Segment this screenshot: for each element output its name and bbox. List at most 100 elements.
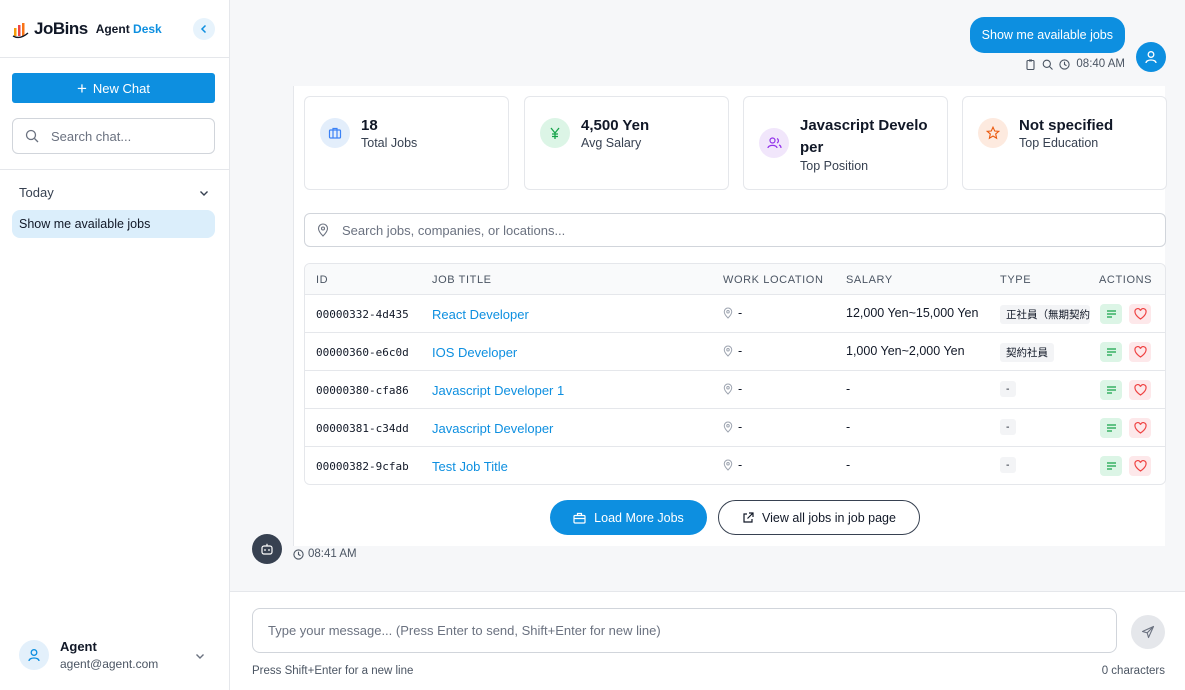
location-pin-icon (723, 345, 733, 357)
job-location: - (723, 306, 742, 320)
job-location: - (723, 458, 742, 472)
favorite-button[interactable] (1129, 304, 1151, 324)
job-salary: - (846, 420, 851, 434)
job-location: - (723, 420, 742, 434)
details-icon (1106, 348, 1116, 356)
view-details-button[interactable] (1100, 456, 1122, 476)
job-title-link[interactable]: React Developer (432, 307, 529, 322)
star-icon (978, 118, 1008, 148)
bot-message-time: 08:41 AM (308, 548, 357, 560)
column-header-id: ID (316, 274, 329, 286)
jobs-table: ID JOB TITLE WORK LOCATION SALARY TYPE A… (304, 263, 1166, 485)
user-message-avatar (1136, 42, 1166, 72)
view-details-button[interactable] (1100, 380, 1122, 400)
job-type-badge: - (1000, 457, 1016, 473)
favorite-button[interactable] (1129, 380, 1151, 400)
stat-avg-salary: 4,500 Yen Avg Salary (524, 96, 729, 190)
job-salary: 12,000 Yen~15,000 Yen (846, 306, 979, 320)
job-id: 00000381-c34dd (316, 422, 409, 435)
user-message-meta: 08:40 AM (1025, 58, 1125, 70)
avatar (19, 640, 49, 670)
job-location-text: - (738, 306, 743, 320)
new-chat-label: New Chat (92, 80, 150, 96)
stat-value: Javascript Developer (800, 117, 928, 156)
message-input[interactable] (268, 623, 1101, 638)
details-icon (1106, 462, 1116, 470)
job-id: 00000382-9cfab (316, 460, 409, 473)
table-row: 00000332-4d435 React Developer - 12,000 … (305, 295, 1165, 333)
send-icon (1141, 625, 1155, 639)
chevron-down-icon (200, 190, 208, 196)
column-header-salary: SALARY (846, 274, 893, 286)
stat-value: 18 (361, 117, 378, 134)
logo: JoBins (12, 19, 88, 39)
chat-search-input[interactable] (51, 128, 191, 144)
collapse-sidebar-button[interactable] (193, 18, 215, 40)
heart-icon (1133, 460, 1147, 472)
column-header-title: JOB TITLE (432, 274, 492, 286)
view-details-button[interactable] (1100, 342, 1122, 362)
clock-icon (293, 548, 304, 560)
chat-group-label: Today (19, 185, 54, 200)
user-message-time: 08:40 AM (1076, 58, 1125, 70)
job-id: 00000360-e6c0d (316, 346, 409, 359)
search-icon[interactable] (1042, 59, 1054, 70)
external-link-icon (743, 511, 754, 523)
view-details-button[interactable] (1100, 304, 1122, 324)
favorite-button[interactable] (1129, 456, 1151, 476)
details-icon (1106, 424, 1116, 432)
table-row: 00000380-cfa86 Javascript Developer 1 - … (305, 371, 1165, 409)
brand-header: JoBins Agent Desk (0, 0, 229, 58)
table-row: 00000360-e6c0d IOS Developer - 1,000 Yen… (305, 333, 1165, 371)
heart-icon (1133, 384, 1147, 396)
favorite-button[interactable] (1129, 342, 1151, 362)
user-message-bubble: Show me available jobs (969, 17, 1125, 53)
bot-response-card: 18 Total Jobs 4,500 Yen Avg Salary Javas… (293, 86, 1167, 546)
job-title-link[interactable]: Javascript Developer 1 (432, 383, 564, 398)
user-icon (28, 649, 40, 662)
send-button[interactable] (1131, 615, 1165, 649)
job-id: 00000380-cfa86 (316, 384, 409, 397)
location-pin-icon (723, 421, 733, 433)
column-header-location: WORK LOCATION (723, 274, 824, 286)
user-icon (1145, 51, 1157, 64)
sidebar-divider (0, 169, 229, 170)
stat-label: Top Education (1019, 136, 1099, 150)
stat-top-position: Javascript Developer Top Position (743, 96, 948, 190)
stat-value: 4,500 Yen (581, 117, 650, 134)
user-menu[interactable]: Agent agent@agent.com (0, 620, 229, 690)
copy-icon[interactable] (1025, 59, 1036, 70)
load-more-jobs-button[interactable]: Load More Jobs (550, 500, 707, 535)
job-title-link[interactable]: Javascript Developer (432, 421, 553, 436)
location-pin-icon (317, 223, 329, 237)
view-all-jobs-button[interactable]: View all jobs in job page (718, 500, 920, 535)
load-more-label: Load More Jobs (594, 510, 684, 525)
favorite-button[interactable] (1129, 418, 1151, 438)
details-icon (1106, 310, 1116, 318)
table-row: 00000382-9cfab Test Job Title - - - (305, 447, 1165, 484)
details-icon (1106, 386, 1116, 394)
search-icon (25, 129, 39, 143)
job-salary: 1,000 Yen~2,000 Yen (846, 344, 965, 358)
character-counter: 0 characters (1101, 665, 1165, 677)
users-icon (759, 128, 789, 158)
new-chat-button[interactable]: + New Chat (12, 73, 215, 103)
job-search (304, 213, 1166, 247)
job-location: - (723, 344, 742, 358)
sidebar: JoBins Agent Desk + New Chat Today Show … (0, 0, 230, 690)
job-title-link[interactable]: Test Job Title (432, 459, 508, 474)
job-type-badge: 正社員（無期契約 (1000, 305, 1090, 324)
brand-sub-main: Agent (95, 21, 130, 36)
stat-value: Not specified (1019, 117, 1114, 134)
job-type-badge: - (1000, 419, 1016, 435)
composer-hint: Press Shift+Enter for a new line (252, 665, 414, 677)
briefcase-icon (320, 118, 350, 148)
user-email: agent@agent.com (60, 657, 159, 671)
chat-history-item[interactable]: Show me available jobs (12, 210, 215, 238)
job-location-text: - (738, 382, 743, 396)
chat-group-today[interactable]: Today (19, 185, 209, 200)
job-title-link[interactable]: IOS Developer (432, 345, 517, 360)
user-name: Agent (60, 639, 97, 654)
job-search-input[interactable] (342, 222, 942, 238)
view-details-button[interactable] (1100, 418, 1122, 438)
